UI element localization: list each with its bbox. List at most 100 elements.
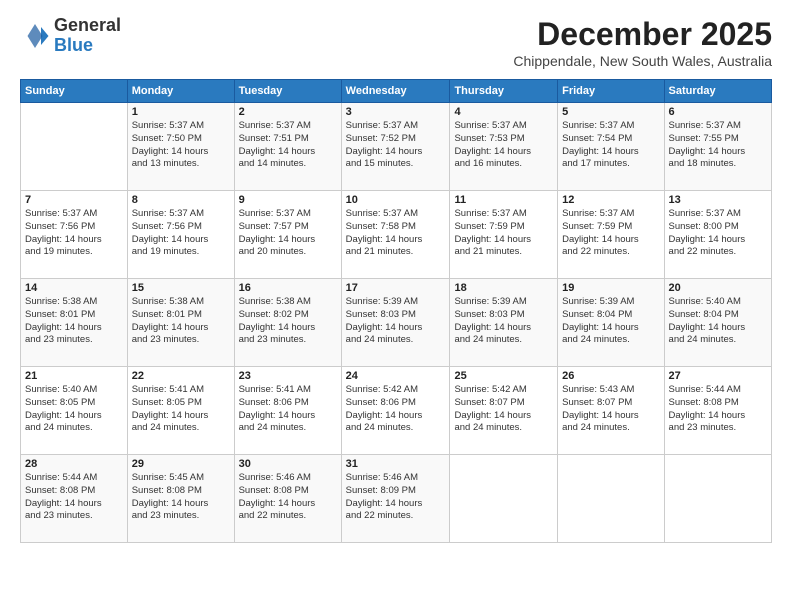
calendar-cell: 5 Sunrise: 5:37 AM Sunset: 7:54 PM Daylig… xyxy=(558,103,664,191)
weekday-header-thursday: Thursday xyxy=(450,80,558,103)
calendar-cell xyxy=(664,455,771,543)
logo-blue: Blue xyxy=(54,35,93,55)
day-number: 14 xyxy=(25,282,123,294)
calendar-cell: 24 Sunrise: 5:42 AM Sunset: 8:06 PM Dayli… xyxy=(341,367,450,455)
logo-icon xyxy=(20,21,50,51)
calendar-cell: 11Sunrise: 5:37 AM Sunset: 7:59 PM Dayli… xyxy=(450,191,558,279)
header: General Blue December 2025 Chippendale, … xyxy=(20,16,772,69)
calendar-cell: 16Sunrise: 5:38 AM Sunset: 8:02 PM Dayli… xyxy=(234,279,341,367)
day-number: 24 xyxy=(346,370,446,382)
day-info: Sunrise: 5:42 AM Sunset: 8:06 PM Dayligh… xyxy=(346,384,446,435)
day-number: 16 xyxy=(239,282,337,294)
day-number: 9 xyxy=(239,194,337,206)
day-info: Sunrise: 5:37 AM Sunset: 7:59 PM Dayligh… xyxy=(562,208,659,259)
day-number: 1 xyxy=(132,106,230,118)
day-number: 20 xyxy=(669,282,767,294)
calendar-cell xyxy=(450,455,558,543)
day-number: 29 xyxy=(132,458,230,470)
week-row-3: 14 Sunrise: 5:38 AM Sunset: 8:01 PM Dayli… xyxy=(21,279,772,367)
day-number: 27 xyxy=(669,370,767,382)
calendar-cell: 2Sunrise: 5:37 AM Sunset: 7:51 PM Daylig… xyxy=(234,103,341,191)
week-row-5: 28 Sunrise: 5:44 AM Sunset: 8:08 PM Dayli… xyxy=(21,455,772,543)
calendar-cell: 30Sunrise: 5:46 AM Sunset: 8:08 PM Dayli… xyxy=(234,455,341,543)
day-info: Sunrise: 5:37 AM Sunset: 7:56 PM Dayligh… xyxy=(132,208,230,259)
logo: General Blue xyxy=(20,16,121,56)
calendar-cell: 7 Sunrise: 5:37 AM Sunset: 7:56 PM Daylig… xyxy=(21,191,128,279)
calendar-cell: 9 Sunrise: 5:37 AM Sunset: 7:57 PM Daylig… xyxy=(234,191,341,279)
calendar-cell xyxy=(558,455,664,543)
calendar-cell: 26 Sunrise: 5:43 AM Sunset: 8:07 PM Dayli… xyxy=(558,367,664,455)
page: General Blue December 2025 Chippendale, … xyxy=(0,0,792,612)
week-row-2: 7 Sunrise: 5:37 AM Sunset: 7:56 PM Daylig… xyxy=(21,191,772,279)
day-number: 3 xyxy=(346,106,446,118)
calendar-cell: 6Sunrise: 5:37 AM Sunset: 7:55 PM Daylig… xyxy=(664,103,771,191)
day-info: Sunrise: 5:37 AM Sunset: 7:54 PM Dayligh… xyxy=(562,120,659,171)
day-number: 8 xyxy=(132,194,230,206)
day-info: Sunrise: 5:38 AM Sunset: 8:01 PM Dayligh… xyxy=(132,296,230,347)
weekday-header-friday: Friday xyxy=(558,80,664,103)
day-info: Sunrise: 5:44 AM Sunset: 8:08 PM Dayligh… xyxy=(25,472,123,523)
calendar-cell: 8 Sunrise: 5:37 AM Sunset: 7:56 PM Daylig… xyxy=(127,191,234,279)
calendar-cell: 1 Sunrise: 5:37 AM Sunset: 7:50 PM Daylig… xyxy=(127,103,234,191)
day-info: Sunrise: 5:37 AM Sunset: 7:57 PM Dayligh… xyxy=(239,208,337,259)
day-info: Sunrise: 5:39 AM Sunset: 8:03 PM Dayligh… xyxy=(454,296,553,347)
weekday-row: SundayMondayTuesdayWednesdayThursdayFrid… xyxy=(21,80,772,103)
weekday-header-tuesday: Tuesday xyxy=(234,80,341,103)
location-subtitle: Chippendale, New South Wales, Australia xyxy=(513,53,772,69)
day-number: 22 xyxy=(132,370,230,382)
calendar-cell: 14 Sunrise: 5:38 AM Sunset: 8:01 PM Dayli… xyxy=(21,279,128,367)
day-number: 18 xyxy=(454,282,553,294)
day-number: 12 xyxy=(562,194,659,206)
calendar-cell: 10Sunrise: 5:37 AM Sunset: 7:58 PM Dayli… xyxy=(341,191,450,279)
day-number: 4 xyxy=(454,106,553,118)
day-info: Sunrise: 5:41 AM Sunset: 8:06 PM Dayligh… xyxy=(239,384,337,435)
day-number: 21 xyxy=(25,370,123,382)
calendar-body: 1 Sunrise: 5:37 AM Sunset: 7:50 PM Daylig… xyxy=(21,103,772,543)
calendar-cell: 3Sunrise: 5:37 AM Sunset: 7:52 PM Daylig… xyxy=(341,103,450,191)
day-info: Sunrise: 5:37 AM Sunset: 7:50 PM Dayligh… xyxy=(132,120,230,171)
day-number: 25 xyxy=(454,370,553,382)
calendar-cell: 13Sunrise: 5:37 AM Sunset: 8:00 PM Dayli… xyxy=(664,191,771,279)
day-info: Sunrise: 5:37 AM Sunset: 7:55 PM Dayligh… xyxy=(669,120,767,171)
calendar-cell: 15Sunrise: 5:38 AM Sunset: 8:01 PM Dayli… xyxy=(127,279,234,367)
month-title: December 2025 xyxy=(513,16,772,53)
day-info: Sunrise: 5:38 AM Sunset: 8:01 PM Dayligh… xyxy=(25,296,123,347)
day-info: Sunrise: 5:37 AM Sunset: 7:56 PM Dayligh… xyxy=(25,208,123,259)
calendar-cell: 12 Sunrise: 5:37 AM Sunset: 7:59 PM Dayli… xyxy=(558,191,664,279)
logo-text: General Blue xyxy=(54,16,121,56)
day-number: 11 xyxy=(454,194,553,206)
day-number: 31 xyxy=(346,458,446,470)
day-number: 26 xyxy=(562,370,659,382)
calendar-cell: 4Sunrise: 5:37 AM Sunset: 7:53 PM Daylig… xyxy=(450,103,558,191)
day-number: 7 xyxy=(25,194,123,206)
day-number: 5 xyxy=(562,106,659,118)
calendar-cell: 28 Sunrise: 5:44 AM Sunset: 8:08 PM Dayli… xyxy=(21,455,128,543)
day-info: Sunrise: 5:41 AM Sunset: 8:05 PM Dayligh… xyxy=(132,384,230,435)
calendar-cell: 31 Sunrise: 5:46 AM Sunset: 8:09 PM Dayli… xyxy=(341,455,450,543)
logo-general: General xyxy=(54,15,121,35)
day-info: Sunrise: 5:37 AM Sunset: 8:00 PM Dayligh… xyxy=(669,208,767,259)
weekday-header-monday: Monday xyxy=(127,80,234,103)
calendar-cell: 20Sunrise: 5:40 AM Sunset: 8:04 PM Dayli… xyxy=(664,279,771,367)
day-info: Sunrise: 5:44 AM Sunset: 8:08 PM Dayligh… xyxy=(669,384,767,435)
calendar-cell: 17 Sunrise: 5:39 AM Sunset: 8:03 PM Dayli… xyxy=(341,279,450,367)
day-number: 28 xyxy=(25,458,123,470)
weekday-header-wednesday: Wednesday xyxy=(341,80,450,103)
day-number: 19 xyxy=(562,282,659,294)
day-info: Sunrise: 5:46 AM Sunset: 8:09 PM Dayligh… xyxy=(346,472,446,523)
weekday-header-sunday: Sunday xyxy=(21,80,128,103)
week-row-4: 21 Sunrise: 5:40 AM Sunset: 8:05 PM Dayli… xyxy=(21,367,772,455)
calendar-header: SundayMondayTuesdayWednesdayThursdayFrid… xyxy=(21,80,772,103)
calendar-cell xyxy=(21,103,128,191)
day-info: Sunrise: 5:42 AM Sunset: 8:07 PM Dayligh… xyxy=(454,384,553,435)
day-info: Sunrise: 5:40 AM Sunset: 8:05 PM Dayligh… xyxy=(25,384,123,435)
calendar-cell: 18 Sunrise: 5:39 AM Sunset: 8:03 PM Dayli… xyxy=(450,279,558,367)
day-number: 23 xyxy=(239,370,337,382)
day-number: 2 xyxy=(239,106,337,118)
calendar-cell: 22 Sunrise: 5:41 AM Sunset: 8:05 PM Dayli… xyxy=(127,367,234,455)
calendar-table: SundayMondayTuesdayWednesdayThursdayFrid… xyxy=(20,79,772,543)
day-info: Sunrise: 5:39 AM Sunset: 8:03 PM Dayligh… xyxy=(346,296,446,347)
day-info: Sunrise: 5:43 AM Sunset: 8:07 PM Dayligh… xyxy=(562,384,659,435)
day-number: 17 xyxy=(346,282,446,294)
calendar-cell: 29Sunrise: 5:45 AM Sunset: 8:08 PM Dayli… xyxy=(127,455,234,543)
